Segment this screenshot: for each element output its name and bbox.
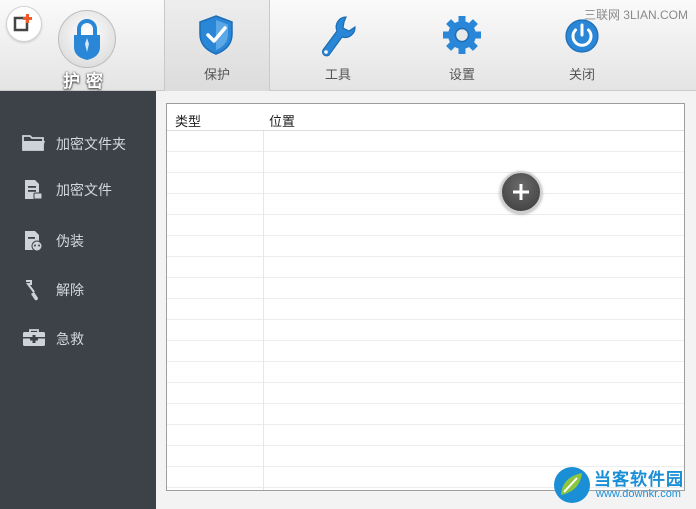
table-row[interactable] bbox=[167, 173, 684, 194]
table-row[interactable] bbox=[167, 194, 684, 215]
disguise-icon bbox=[25, 231, 43, 252]
table-row[interactable] bbox=[167, 383, 684, 404]
watermark-site-url: www.downkr.com bbox=[596, 488, 681, 500]
gear-icon bbox=[443, 16, 481, 54]
tab-label: 设置 bbox=[448, 68, 475, 83]
sidebar-item-label: 伪装 bbox=[56, 234, 84, 250]
sidebar-item-encrypt-folder[interactable]: 加密文件夹 bbox=[0, 123, 156, 163]
table-row[interactable] bbox=[167, 320, 684, 341]
tab-settings[interactable]: 设置 bbox=[410, 0, 514, 90]
tab-tools[interactable]: 工具 bbox=[286, 0, 390, 90]
table-row[interactable] bbox=[167, 299, 684, 320]
sidebar-item-label: 加密文件夹 bbox=[56, 137, 126, 153]
tab-label: 保护 bbox=[203, 68, 230, 83]
table-row[interactable] bbox=[167, 215, 684, 236]
watermark-leaf-icon bbox=[554, 467, 590, 503]
wrench-icon bbox=[321, 16, 356, 57]
watermark-site-name: 当客软件园 bbox=[594, 470, 684, 490]
table-row[interactable] bbox=[167, 362, 684, 383]
app-logo: 护密 bbox=[48, 10, 128, 92]
table-row[interactable] bbox=[167, 425, 684, 446]
table-header: 类型 位置 bbox=[167, 104, 684, 131]
app-window: 护密 保护 工具 设置 关闭 三联网 3LIAN.COM 加密文件夹 加密文件 … bbox=[0, 0, 696, 509]
sidebar-item-first-aid[interactable]: 急救 bbox=[0, 318, 156, 358]
watermark-text: 三联网 3LIAN.COM bbox=[583, 8, 688, 22]
column-header-location[interactable]: 位置 bbox=[269, 111, 295, 130]
header-toolbar: 护密 保护 工具 设置 关闭 三联网 3LIAN.COM bbox=[0, 0, 696, 92]
table-row[interactable] bbox=[167, 278, 684, 299]
add-button[interactable] bbox=[500, 171, 542, 213]
sidebar: 加密文件夹 加密文件 伪装 解除 急救 bbox=[0, 91, 156, 509]
lock-logo-icon bbox=[58, 10, 116, 68]
logo-text: 护密 bbox=[63, 72, 109, 92]
sidebar-item-encrypt-file[interactable]: 加密文件 bbox=[0, 169, 156, 209]
protected-items-table[interactable]: 类型 位置 bbox=[166, 103, 685, 491]
plus-icon bbox=[513, 184, 529, 200]
table-row[interactable] bbox=[167, 341, 684, 362]
table-row[interactable] bbox=[167, 404, 684, 425]
table-row[interactable] bbox=[167, 446, 684, 467]
main-panel: 类型 位置 bbox=[156, 91, 696, 509]
column-header-type[interactable]: 类型 bbox=[175, 111, 201, 130]
first-aid-icon bbox=[23, 329, 45, 346]
shield-icon bbox=[199, 15, 233, 55]
file-icon bbox=[25, 180, 43, 200]
sidebar-item-label: 解除 bbox=[56, 283, 84, 299]
table-row[interactable] bbox=[167, 236, 684, 257]
table-row[interactable] bbox=[167, 131, 684, 152]
column-divider bbox=[263, 131, 264, 490]
watermark-logo: 当客软件园 www.downkr.com bbox=[552, 465, 692, 505]
sidebar-item-label: 急救 bbox=[56, 332, 84, 348]
table-row[interactable] bbox=[167, 257, 684, 278]
sidebar-item-remove[interactable]: 解除 bbox=[0, 269, 156, 309]
sidebar-item-disguise[interactable]: 伪装 bbox=[0, 220, 156, 260]
unlock-icon bbox=[26, 280, 39, 301]
folder-icon bbox=[22, 135, 45, 151]
table-row[interactable] bbox=[167, 152, 684, 173]
sidebar-item-label: 加密文件 bbox=[56, 183, 112, 199]
app-menu-icon[interactable] bbox=[6, 6, 42, 42]
table-body bbox=[167, 131, 684, 490]
tab-protect[interactable]: 保护 bbox=[164, 0, 270, 91]
tab-label: 工具 bbox=[324, 68, 351, 83]
tab-label: 关闭 bbox=[568, 68, 595, 83]
